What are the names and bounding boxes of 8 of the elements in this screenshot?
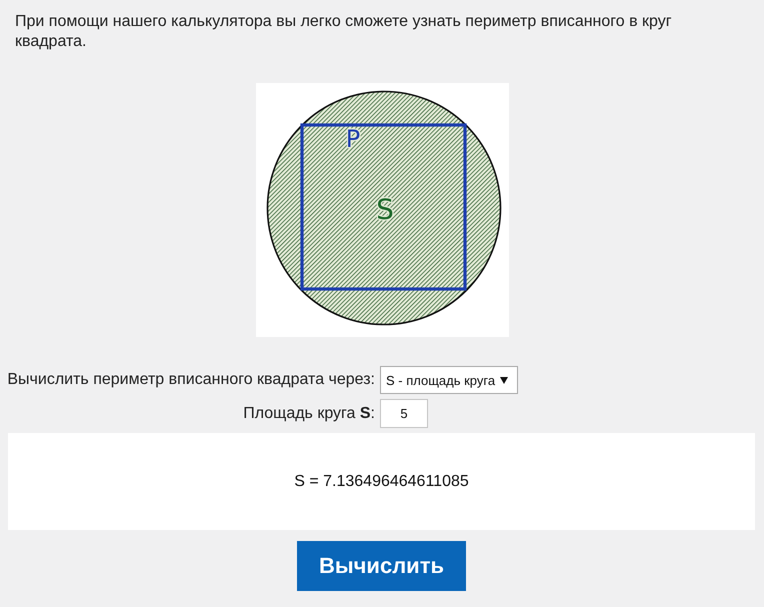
area-input[interactable]: 5 (380, 399, 428, 428)
calculate-button[interactable]: Вычислить (297, 541, 466, 591)
field-label: Площадь круга S: (242, 404, 376, 422)
caret-icon (500, 376, 508, 384)
result-text: S = 7.136496464611085 (294, 472, 469, 490)
intro-text: При помощи нашего калькулятора вы легко сможете узнать периметр вписанного в круг квадрата. (15, 12, 673, 52)
field-label: Вычислить периметр вписанного квадрата через: (6, 371, 376, 389)
method-select[interactable]: S - площадь круга (380, 366, 518, 394)
